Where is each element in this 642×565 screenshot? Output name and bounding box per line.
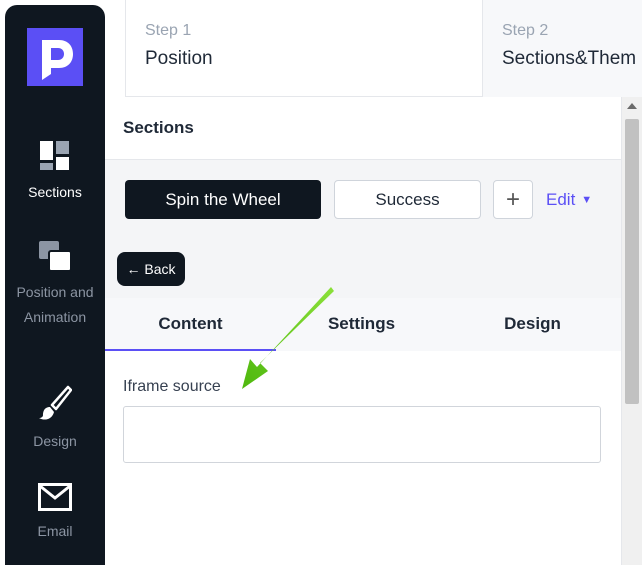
sidebar-item-label: Sections xyxy=(28,184,82,200)
sidebar-item-position-animation[interactable]: Position and Animation xyxy=(5,240,105,330)
brush-icon xyxy=(39,385,72,420)
layers-icon xyxy=(39,241,72,272)
back-area: ← Back xyxy=(105,239,621,298)
envelope-icon xyxy=(38,483,72,511)
panel-heading: Sections xyxy=(105,97,621,160)
spin-the-wheel-tab[interactable]: Spin the Wheel xyxy=(125,180,321,219)
sidebar-item-label: Position and Animation xyxy=(16,284,94,325)
subtabs: Content Settings Design xyxy=(105,298,621,351)
edit-dropdown[interactable]: Edit ▼ xyxy=(546,190,592,210)
step-position[interactable]: Step 1 Position xyxy=(125,0,483,97)
section-tabs-bar: Spin the Wheel Success + Edit ▼ xyxy=(105,160,621,239)
sections-grid-icon xyxy=(40,141,69,170)
scroll-up-icon[interactable] xyxy=(627,103,637,109)
step-number: Step 1 xyxy=(145,22,192,39)
vertical-scrollbar[interactable] xyxy=(621,97,642,565)
annotation-arrow-icon xyxy=(242,287,334,389)
sidebar-item-email[interactable]: Email xyxy=(5,483,105,544)
caret-down-icon: ▼ xyxy=(581,194,593,206)
sidebar-item-label: Design xyxy=(33,433,77,449)
sidebar-item-label: Email xyxy=(37,523,73,539)
edit-label: Edit xyxy=(546,190,576,209)
back-button[interactable]: ← Back xyxy=(117,252,185,286)
step-sections-theme[interactable]: Step 2 Sections&Them xyxy=(483,0,642,97)
app-root: Sections Position and Animation Design E… xyxy=(0,0,642,565)
success-tab[interactable]: Success xyxy=(334,180,481,219)
sidebar-item-sections[interactable]: Sections xyxy=(5,140,105,205)
step-title: Sections&Them xyxy=(502,48,637,69)
add-section-button[interactable]: + xyxy=(493,180,533,219)
step-number: Step 2 xyxy=(502,22,549,39)
sidebar: Sections Position and Animation Design E… xyxy=(5,5,105,565)
tab-design[interactable]: Design xyxy=(447,298,618,351)
sidebar-item-design[interactable]: Design xyxy=(5,385,105,454)
iframe-source-input[interactable] xyxy=(123,406,601,463)
iframe-source-label: Iframe source xyxy=(123,378,221,395)
step-title: Position xyxy=(145,48,213,69)
brand-logo-icon[interactable] xyxy=(27,28,83,86)
scroll-thumb[interactable] xyxy=(625,119,639,404)
plus-icon: + xyxy=(505,185,520,213)
editor-panel: Sections Spin the Wheel Success + Edit ▼… xyxy=(105,97,621,565)
